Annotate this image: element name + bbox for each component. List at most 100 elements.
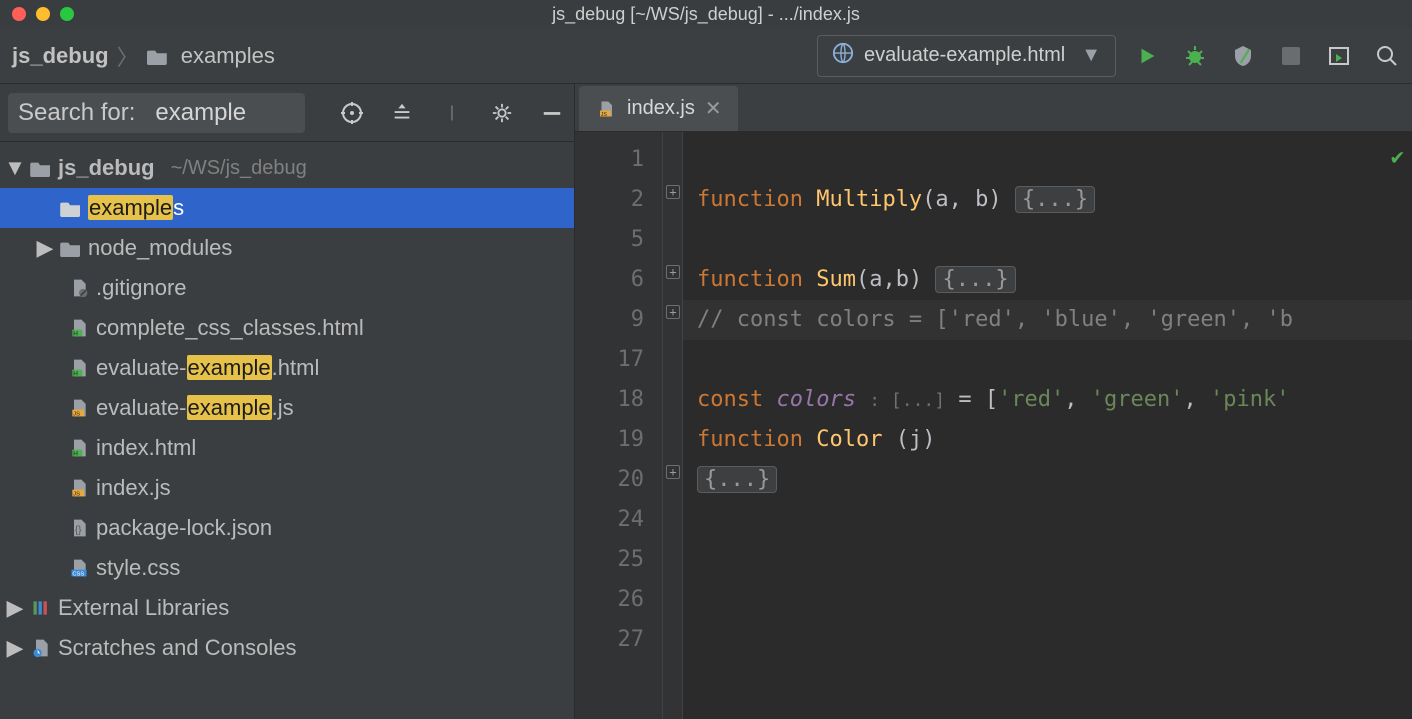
dropdown-icon: ▼: [1081, 44, 1101, 67]
svg-text:H: H: [73, 331, 78, 338]
expand-arrow-icon[interactable]: ▶: [6, 595, 24, 621]
folder-icon: [147, 47, 169, 65]
divider: |: [438, 99, 466, 127]
line-number[interactable]: 1: [575, 140, 644, 180]
code-content[interactable]: function Multiply(a, b) {...} function S…: [683, 132, 1412, 719]
line-number[interactable]: 25: [575, 540, 644, 580]
gear-icon[interactable]: [488, 99, 516, 127]
node-label: style.css: [96, 555, 180, 581]
css-file-icon: CSS: [68, 558, 90, 578]
window-title: js_debug [~/WS/js_debug] - .../index.js: [0, 4, 1412, 25]
expand-all-icon[interactable]: [388, 99, 416, 127]
node-label: complete_css_classes.html: [96, 315, 364, 341]
code-area[interactable]: 125691718192024252627 + + + + function M…: [575, 132, 1412, 719]
tree-item-evaluate-js[interactable]: JS evaluate-example.js: [0, 388, 574, 428]
tree-item-style-css[interactable]: CSS style.css: [0, 548, 574, 588]
line-number[interactable]: 6: [575, 260, 644, 300]
line-number-gutter[interactable]: 125691718192024252627: [575, 132, 663, 719]
line-number[interactable]: 27: [575, 620, 644, 660]
locate-icon[interactable]: [338, 99, 366, 127]
node-label: evaluate-example.js: [96, 395, 294, 421]
editor-tab-index-js[interactable]: JS index.js ✕: [579, 86, 738, 131]
crumb-project[interactable]: js_debug: [12, 43, 109, 69]
node-label: .gitignore: [96, 275, 187, 301]
root-path: ~/WS/js_debug: [171, 157, 307, 180]
tree-item-scratches[interactable]: ▶ Scratches and Consoles: [0, 628, 574, 668]
line-number[interactable]: 19: [575, 420, 644, 460]
tree-item-examples[interactable]: examples: [0, 188, 574, 228]
browser-icon: [832, 42, 854, 70]
speed-search-bar: Search for: |: [0, 84, 574, 142]
search-label: Search for:: [8, 93, 145, 133]
fold-toggle-icon[interactable]: +: [666, 265, 680, 279]
tree-item-node-modules[interactable]: ▶ node_modules: [0, 228, 574, 268]
run-coverage-button[interactable]: [1230, 43, 1256, 69]
run-configuration-dropdown[interactable]: evaluate-example.html ▼: [817, 35, 1116, 77]
line-number[interactable]: 18: [575, 380, 644, 420]
line-number[interactable]: 24: [575, 500, 644, 540]
js-file-icon: JS: [68, 398, 90, 418]
tree-item-external-libraries[interactable]: ▶ External Libraries: [0, 588, 574, 628]
root-name: js_debug: [58, 155, 155, 181]
library-icon: [30, 598, 52, 618]
line-number[interactable]: 26: [575, 580, 644, 620]
node-label: package-lock.json: [96, 515, 272, 541]
svg-text:JS: JS: [73, 412, 80, 418]
project-tool-window: Search for: | ▼ js_debug ~/WS/js_debug e…: [0, 84, 575, 719]
line-number[interactable]: 20: [575, 460, 644, 500]
window-controls: [12, 7, 74, 21]
svg-text:CSS: CSS: [72, 572, 84, 578]
tab-label: index.js: [627, 97, 695, 120]
fold-toggle-icon[interactable]: +: [666, 185, 680, 199]
layout-settings-button[interactable]: [1326, 43, 1352, 69]
editor: JS index.js ✕ 125691718192024252627 + + …: [575, 84, 1412, 719]
project-tree[interactable]: ▼ js_debug ~/WS/js_debug examples ▶ node…: [0, 142, 574, 719]
search-everywhere-button[interactable]: [1374, 43, 1400, 69]
maximize-window-button[interactable]: [60, 7, 74, 21]
expand-arrow-icon[interactable]: ▶: [6, 635, 24, 661]
js-file-icon: JS: [595, 99, 617, 119]
html-file-icon: H: [68, 358, 90, 378]
line-number[interactable]: 5: [575, 220, 644, 260]
search-input[interactable]: [145, 93, 305, 133]
expand-arrow-icon[interactable]: ▼: [6, 155, 24, 181]
node-label: node_modules: [88, 235, 232, 261]
tree-item-gitignore[interactable]: .gitignore: [0, 268, 574, 308]
svg-text:H: H: [73, 451, 78, 458]
run-button[interactable]: [1134, 43, 1160, 69]
crumb-folder[interactable]: examples: [147, 43, 275, 69]
tree-item-index-js[interactable]: JS index.js: [0, 468, 574, 508]
fold-toggle-icon[interactable]: +: [666, 465, 680, 479]
html-file-icon: H: [68, 438, 90, 458]
tree-item-evaluate-html[interactable]: H evaluate-example.html: [0, 348, 574, 388]
close-tab-icon[interactable]: ✕: [705, 96, 722, 121]
node-label: examples: [88, 195, 184, 221]
line-number[interactable]: 9: [575, 300, 644, 340]
tree-item-package-lock[interactable]: {} package-lock.json: [0, 508, 574, 548]
scratches-icon: [30, 638, 52, 658]
tree-root[interactable]: ▼ js_debug ~/WS/js_debug: [0, 148, 574, 188]
navigation-bar: js_debug 〉 examples evaluate-example.htm…: [0, 28, 1412, 84]
titlebar: js_debug [~/WS/js_debug] - .../index.js: [0, 0, 1412, 28]
fold-toggle-icon[interactable]: +: [666, 305, 680, 319]
breadcrumb-separator-icon: 〉: [117, 40, 139, 72]
minimize-window-button[interactable]: [36, 7, 50, 21]
folder-icon: [60, 198, 82, 218]
svg-text:JS: JS: [73, 492, 80, 498]
expand-arrow-icon[interactable]: ▶: [36, 235, 54, 261]
svg-text:{}: {}: [75, 525, 82, 536]
tree-item-index-html[interactable]: H index.html: [0, 428, 574, 468]
tree-item-complete-css[interactable]: H complete_css_classes.html: [0, 308, 574, 348]
line-number[interactable]: 17: [575, 340, 644, 380]
editor-tabs: JS index.js ✕: [575, 84, 1412, 132]
line-number[interactable]: 2: [575, 180, 644, 220]
hide-icon[interactable]: [538, 99, 566, 127]
debug-button[interactable]: [1182, 43, 1208, 69]
fold-gutter[interactable]: + + + +: [663, 132, 683, 719]
stop-button[interactable]: [1278, 43, 1304, 69]
breadcrumbs[interactable]: js_debug 〉 examples: [12, 40, 275, 72]
svg-text:JS: JS: [601, 111, 608, 117]
close-window-button[interactable]: [12, 7, 26, 21]
svg-text:H: H: [73, 371, 78, 378]
file-icon: [68, 278, 90, 298]
